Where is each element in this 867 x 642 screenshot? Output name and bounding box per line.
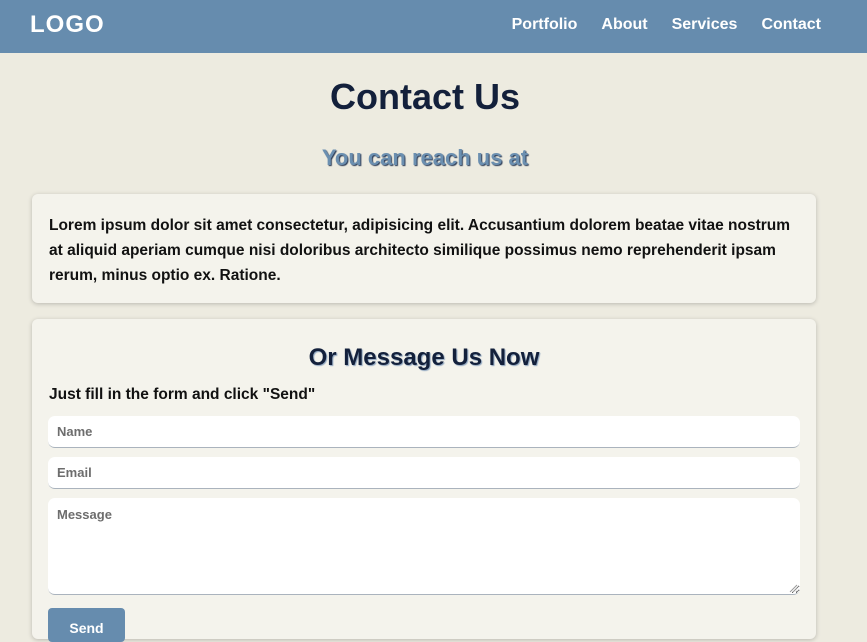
nav-link-services[interactable]: Services (672, 16, 738, 34)
page-title: Contact Us (329, 76, 521, 117)
navbar: LOGO Portfolio About Services Contact (0, 0, 867, 53)
nav-link-contact[interactable]: Contact (761, 16, 821, 34)
send-button[interactable]: Send (48, 608, 125, 642)
logo[interactable]: LOGO (30, 11, 105, 39)
contact-info-card: Lorem ipsum dolor sit amet consectetur, … (32, 194, 816, 303)
message-textarea[interactable] (48, 498, 800, 595)
form-instruction: Just fill in the form and click "Send" (49, 386, 316, 403)
resize-grip-icon[interactable] (788, 583, 798, 593)
nav-links: Portfolio About Services Contact (488, 16, 821, 34)
nav-link-portfolio[interactable]: Portfolio (512, 16, 578, 34)
page-subtitle: You can reach us at (321, 145, 529, 170)
email-input[interactable] (48, 457, 800, 489)
contact-form-card: Or Message Us Now Just fill in the form … (32, 319, 816, 642)
form-title: Or Message Us Now (308, 344, 540, 371)
name-input[interactable] (48, 416, 800, 448)
contact-info-text: Lorem ipsum dolor sit amet consectetur, … (49, 217, 791, 284)
nav-link-about[interactable]: About (601, 16, 647, 34)
